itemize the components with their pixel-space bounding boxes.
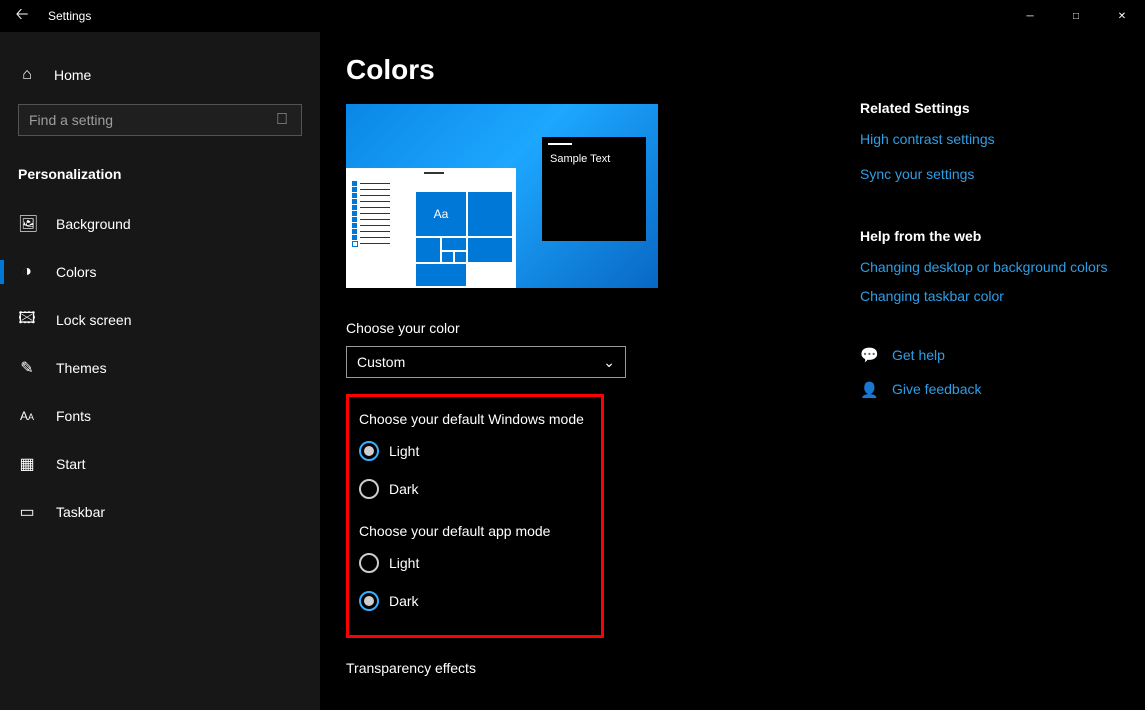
sidebar-item-label: Background xyxy=(56,216,131,232)
preview-textbox: Sample Text xyxy=(542,137,646,241)
taskbar-icon: ▭ xyxy=(18,502,36,522)
link-changing-desktop-colors[interactable]: Changing desktop or background colors xyxy=(860,258,1116,277)
home-label: Home xyxy=(54,67,91,83)
windows-mode-dark[interactable]: Dark xyxy=(359,479,591,499)
radio-label: Dark xyxy=(389,593,419,609)
sidebar-item-background[interactable]: 🖼 Background xyxy=(0,200,320,248)
link-changing-taskbar-color[interactable]: Changing taskbar color xyxy=(860,287,1116,306)
highlighted-region: Choose your default Windows mode Light D… xyxy=(346,394,604,638)
lock-icon: 🖾 xyxy=(18,307,36,334)
choose-color-label: Choose your color xyxy=(346,320,860,336)
sidebar-item-lockscreen[interactable]: 🖾 Lock screen xyxy=(0,296,320,344)
themes-icon: ✎ xyxy=(18,358,36,378)
link-get-help[interactable]: Get help xyxy=(892,346,945,365)
search-icon:  xyxy=(273,111,291,129)
preview-sample-text: Sample Text xyxy=(542,137,646,181)
radio-selected-icon xyxy=(359,441,379,461)
minimize-button[interactable]: ─ xyxy=(1007,0,1053,32)
sidebar-item-label: Colors xyxy=(56,264,96,280)
category-heading: Personalization xyxy=(0,148,320,200)
radio-unselected-icon xyxy=(359,553,379,573)
fonts-icon: AA xyxy=(18,409,36,423)
sidebar-item-label: Themes xyxy=(56,360,107,376)
sidebar-item-colors[interactable]: ◑ Colors xyxy=(0,248,320,296)
home-icon: ⌂ xyxy=(18,66,36,84)
radio-unselected-icon xyxy=(359,479,379,499)
radio-selected-icon xyxy=(359,591,379,611)
dropdown-value: Custom xyxy=(357,354,405,370)
color-preview: Aa Sample Text xyxy=(346,104,658,288)
picture-icon: 🖼 xyxy=(18,214,36,234)
sidebar-item-start[interactable]: ▦ Start xyxy=(0,440,320,488)
radio-label: Light xyxy=(389,443,419,459)
sidebar-item-label: Taskbar xyxy=(56,504,105,520)
sidebar-item-label: Start xyxy=(56,456,86,472)
preview-window: Aa xyxy=(346,168,516,288)
sidebar-item-label: Fonts xyxy=(56,408,91,424)
right-column: Related Settings High contrast settings … xyxy=(860,32,1140,710)
windows-mode-label: Choose your default Windows mode xyxy=(359,411,591,427)
page-title: Colors xyxy=(346,54,860,86)
nav-list: 🖼 Background ◑ Colors 🖾 Lock screen ✎ Th… xyxy=(0,200,320,536)
back-button[interactable]: 🡠 xyxy=(0,0,44,32)
radio-label: Light xyxy=(389,555,419,571)
app-mode-light[interactable]: Light xyxy=(359,553,591,573)
feedback-icon: 👤 xyxy=(860,381,878,399)
chevron-down-icon: ⌄ xyxy=(603,354,615,371)
preview-aa: Aa xyxy=(434,207,449,221)
transparency-label: Transparency effects xyxy=(346,660,860,676)
window-title: Settings xyxy=(44,9,91,23)
maximize-button[interactable]: □ xyxy=(1053,0,1099,32)
windows-mode-light[interactable]: Light xyxy=(359,441,591,461)
webhelp-heading: Help from the web xyxy=(860,228,1116,244)
close-button[interactable]: ✕ xyxy=(1099,0,1145,32)
link-high-contrast[interactable]: High contrast settings xyxy=(860,130,1116,149)
sidebar-item-label: Lock screen xyxy=(56,312,131,328)
sidebar-item-themes[interactable]: ✎ Themes xyxy=(0,344,320,392)
home-link[interactable]: ⌂ Home xyxy=(0,58,320,92)
start-icon: ▦ xyxy=(18,454,36,474)
sidebar: ⌂ Home Find a setting  Personalization … xyxy=(0,32,320,710)
sidebar-item-fonts[interactable]: AA Fonts xyxy=(0,392,320,440)
search-placeholder: Find a setting xyxy=(29,112,113,128)
search-input[interactable]: Find a setting  xyxy=(18,104,302,136)
sidebar-item-taskbar[interactable]: ▭ Taskbar xyxy=(0,488,320,536)
app-mode-dark[interactable]: Dark xyxy=(359,591,591,611)
radio-label: Dark xyxy=(389,481,419,497)
help-icon: 💬 xyxy=(860,346,878,364)
app-mode-label: Choose your default app mode xyxy=(359,523,591,539)
color-mode-dropdown[interactable]: Custom ⌄ xyxy=(346,346,626,378)
related-settings-heading: Related Settings xyxy=(860,100,1116,116)
palette-icon: ◑ xyxy=(18,263,36,281)
link-sync-settings[interactable]: Sync your settings xyxy=(860,165,1116,184)
link-give-feedback[interactable]: Give feedback xyxy=(892,380,982,399)
